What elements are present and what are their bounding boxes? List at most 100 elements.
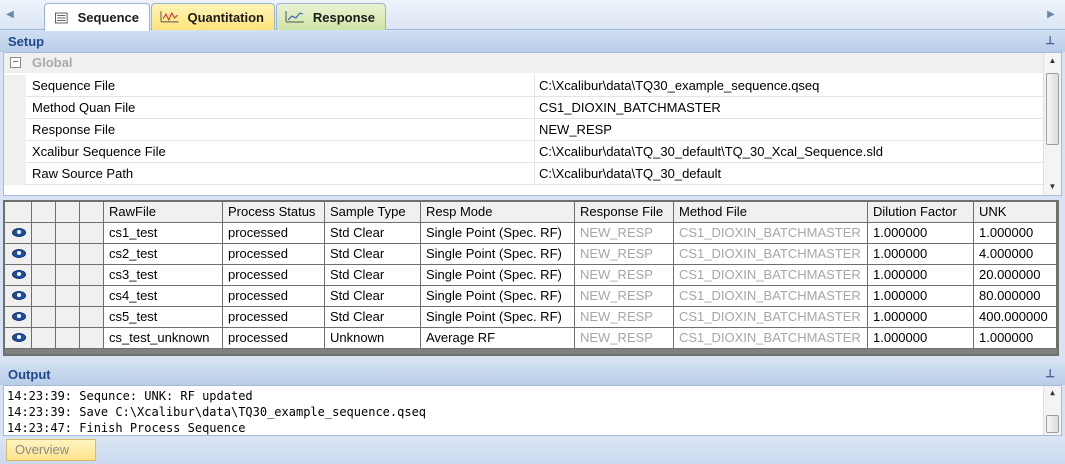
scroll-thumb[interactable] <box>1046 415 1059 433</box>
scroll-left-arrow-icon[interactable]: ◀ <box>4 8 16 22</box>
cell-resp-mode[interactable]: Single Point (Spec. RF) <box>421 286 575 307</box>
property-row[interactable]: Xcalibur Sequence File C:\Xcalibur\data\… <box>4 141 1044 163</box>
cell-sample-type[interactable]: Std Clear <box>325 223 421 244</box>
eye-icon[interactable] <box>12 270 26 279</box>
scroll-up-icon[interactable]: ▲ <box>1044 386 1061 400</box>
row-selector-cell[interactable] <box>80 328 104 349</box>
row-selector-cell[interactable] <box>56 328 80 349</box>
cell-dilution-factor[interactable]: 1.000000 <box>868 223 974 244</box>
cell-process-status[interactable]: processed <box>223 223 325 244</box>
property-value[interactable]: NEW_RESP <box>539 122 612 137</box>
property-row[interactable]: Response File NEW_RESP <box>4 119 1044 141</box>
row-selector-cell[interactable] <box>56 307 80 328</box>
scroll-right-arrow-icon[interactable]: ▶ <box>1045 8 1057 22</box>
row-selector-cell[interactable] <box>32 328 56 349</box>
view-cell[interactable] <box>5 307 32 328</box>
cell-unk[interactable]: 20.000000 <box>974 265 1057 286</box>
scroll-up-icon[interactable]: ▲ <box>1044 53 1061 69</box>
column-header-response-file[interactable]: Response File <box>575 202 674 223</box>
table-row[interactable]: cs4_test processed Std Clear Single Point (… <box>5 286 1057 307</box>
cell-process-status[interactable]: processed <box>223 265 325 286</box>
property-row[interactable]: Raw Source Path C:\Xcalibur\data\TQ_30_d… <box>4 163 1044 185</box>
row-selector-cell[interactable] <box>80 307 104 328</box>
view-cell[interactable] <box>5 328 32 349</box>
table-row[interactable]: cs_test_unknown processed Unknown Average R… <box>5 328 1057 349</box>
cell-sample-type[interactable]: Std Clear <box>325 244 421 265</box>
column-header-sample-type[interactable]: Sample Type <box>325 202 421 223</box>
cell-method-file[interactable]: CS1_DIOXIN_BATCHMASTER <box>674 328 868 349</box>
column-header-method-file[interactable]: Method File <box>674 202 868 223</box>
cell-sample-type[interactable]: Std Clear <box>325 286 421 307</box>
row-selector-cell[interactable] <box>56 244 80 265</box>
tab-response[interactable]: Response <box>276 3 386 30</box>
cell-response-file[interactable]: NEW_RESP <box>575 244 674 265</box>
cell-unk[interactable]: 4.000000 <box>974 244 1057 265</box>
output-log[interactable]: 14:23:39: Sequnce: UNK: RF updated 14:23… <box>3 385 1062 436</box>
cell-unk[interactable]: 1.000000 <box>974 223 1057 244</box>
cell-rawfile[interactable]: cs1_test <box>104 223 223 244</box>
row-selector-cell[interactable] <box>32 223 56 244</box>
table-row[interactable]: cs2_test processed Std Clear Single Point (… <box>5 244 1057 265</box>
property-value[interactable]: CS1_DIOXIN_BATCHMASTER <box>539 100 721 115</box>
row-selector-cell[interactable] <box>32 265 56 286</box>
cell-response-file[interactable]: NEW_RESP <box>575 307 674 328</box>
table-row[interactable]: cs5_test processed Std Clear Single Point (… <box>5 307 1057 328</box>
cell-response-file[interactable]: NEW_RESP <box>575 223 674 244</box>
column-header-rawfile[interactable]: RawFile <box>104 202 223 223</box>
cell-method-file[interactable]: CS1_DIOXIN_BATCHMASTER <box>674 223 868 244</box>
cell-dilution-factor[interactable]: 1.000000 <box>868 244 974 265</box>
cell-resp-mode[interactable]: Single Point (Spec. RF) <box>421 265 575 286</box>
eye-icon[interactable] <box>12 249 26 258</box>
row-selector-cell[interactable] <box>80 244 104 265</box>
property-value[interactable]: C:\Xcalibur\data\TQ_30_default\TQ_30_Xca… <box>539 144 883 159</box>
global-group-row[interactable]: − Global <box>4 53 1044 73</box>
row-selector-cell[interactable] <box>32 286 56 307</box>
property-value[interactable]: C:\Xcalibur\data\TQ30_example_sequence.q… <box>539 78 819 93</box>
view-cell[interactable] <box>5 265 32 286</box>
pin-icon[interactable]: ⊥ <box>1045 367 1055 381</box>
cell-unk[interactable]: 1.000000 <box>974 328 1057 349</box>
view-cell[interactable] <box>5 286 32 307</box>
cell-process-status[interactable]: processed <box>223 244 325 265</box>
scroll-down-icon[interactable]: ▼ <box>1044 179 1061 195</box>
collapse-icon[interactable]: − <box>10 57 21 68</box>
cell-method-file[interactable]: CS1_DIOXIN_BATCHMASTER <box>674 244 868 265</box>
setup-scrollbar[interactable]: ▲ ▼ <box>1043 53 1061 195</box>
table-row[interactable]: cs1_test processed Std Clear Single Point (… <box>5 223 1057 244</box>
tab-sequence[interactable]: Sequence <box>44 3 150 31</box>
cell-resp-mode[interactable]: Single Point (Spec. RF) <box>421 223 575 244</box>
cell-rawfile[interactable]: cs5_test <box>104 307 223 328</box>
eye-icon[interactable] <box>12 312 26 321</box>
cell-resp-mode[interactable]: Average RF <box>421 328 575 349</box>
cell-method-file[interactable]: CS1_DIOXIN_BATCHMASTER <box>674 286 868 307</box>
cell-dilution-factor[interactable]: 1.000000 <box>868 265 974 286</box>
cell-unk[interactable]: 80.000000 <box>974 286 1057 307</box>
cell-sample-type[interactable]: Std Clear <box>325 265 421 286</box>
cell-rawfile[interactable]: cs_test_unknown <box>104 328 223 349</box>
tab-quantitation[interactable]: Quantitation <box>151 3 275 30</box>
cell-process-status[interactable]: processed <box>223 328 325 349</box>
row-selector-cell[interactable] <box>32 307 56 328</box>
row-selector-cell[interactable] <box>56 286 80 307</box>
view-cell[interactable] <box>5 244 32 265</box>
eye-icon[interactable] <box>12 291 26 300</box>
column-header-process-status[interactable]: Process Status <box>223 202 325 223</box>
pin-icon[interactable]: ⊥ <box>1045 34 1055 48</box>
row-selector-cell[interactable] <box>56 223 80 244</box>
cell-sample-type[interactable]: Unknown <box>325 328 421 349</box>
cell-resp-mode[interactable]: Single Point (Spec. RF) <box>421 244 575 265</box>
cell-method-file[interactable]: CS1_DIOXIN_BATCHMASTER <box>674 307 868 328</box>
cell-resp-mode[interactable]: Single Point (Spec. RF) <box>421 307 575 328</box>
eye-icon[interactable] <box>12 228 26 237</box>
row-selector-cell[interactable] <box>80 223 104 244</box>
output-scrollbar[interactable]: ▲ <box>1043 386 1061 435</box>
column-header-resp-mode[interactable]: Resp Mode <box>421 202 575 223</box>
cell-dilution-factor[interactable]: 1.000000 <box>868 307 974 328</box>
tab-overview[interactable]: Overview <box>6 439 96 461</box>
row-selector-cell[interactable] <box>80 286 104 307</box>
cell-dilution-factor[interactable]: 1.000000 <box>868 286 974 307</box>
column-header-dilution-factor[interactable]: Dilution Factor <box>868 202 974 223</box>
cell-unk[interactable]: 400.000000 <box>974 307 1057 328</box>
property-row[interactable]: Method Quan File CS1_DIOXIN_BATCHMASTER <box>4 97 1044 119</box>
eye-icon[interactable] <box>12 333 26 342</box>
